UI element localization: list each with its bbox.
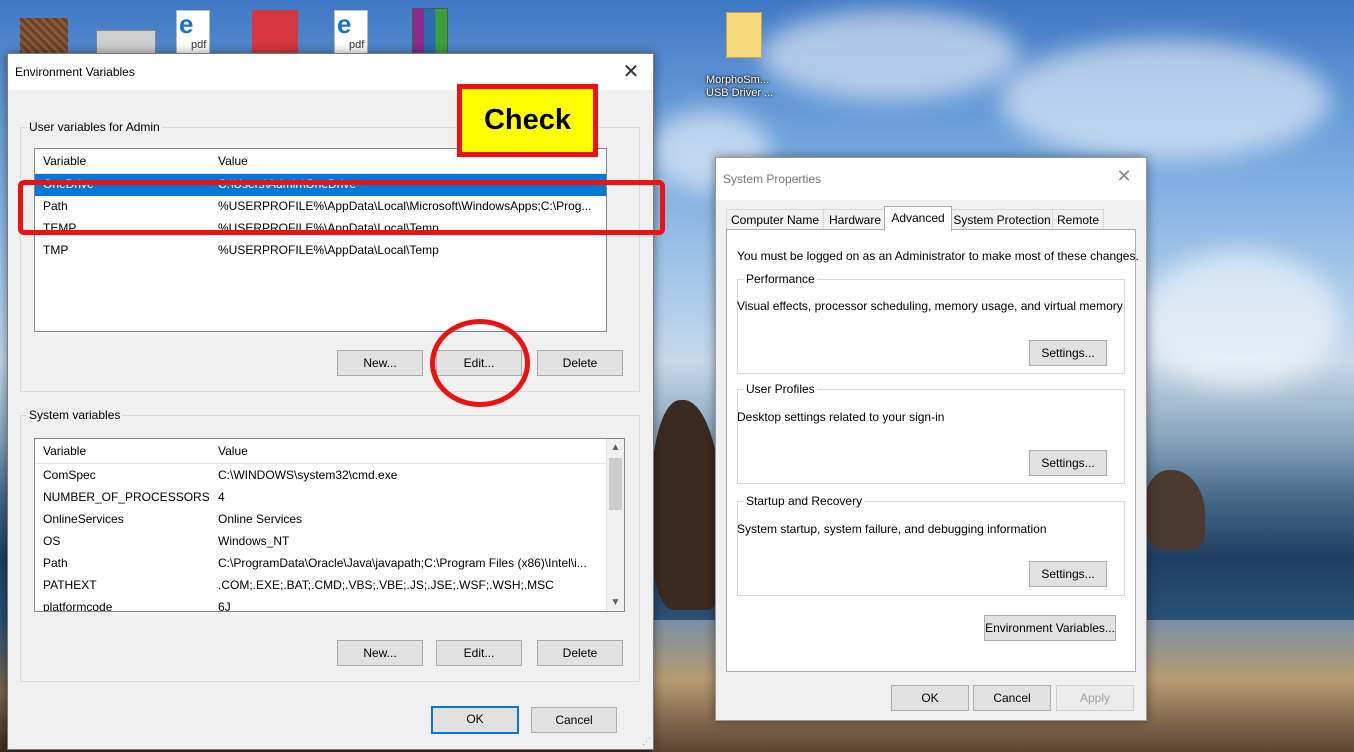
path-highlight-box bbox=[18, 180, 665, 235]
rock bbox=[1145, 470, 1205, 550]
column-header-value[interactable]: Value bbox=[218, 154, 248, 168]
cell-value: .COM;.EXE;.BAT;.CMD;.VBS;.VBE;.JS;.JSE;.… bbox=[218, 578, 554, 592]
cell-variable: TMP bbox=[43, 243, 69, 257]
folder-label[interactable]: MorphoSm... USB Driver ... bbox=[706, 74, 786, 100]
title-bar: System Properties ✕ bbox=[716, 158, 1146, 200]
table-row[interactable]: PATHEXT .COM;.EXE;.BAT;.CMD;.VBS;.VBE;.J… bbox=[35, 575, 607, 597]
cancel-button[interactable]: Cancel bbox=[531, 707, 617, 733]
table-row[interactable]: TMP %USERPROFILE%\AppData\Local\Temp bbox=[35, 240, 606, 262]
scroll-thumb[interactable] bbox=[609, 458, 622, 510]
scroll-up-icon[interactable]: ▲ bbox=[607, 439, 624, 456]
cell-variable: platformcode bbox=[43, 600, 113, 612]
edge-logo-icon: e bbox=[179, 9, 194, 39]
performance-description: Visual effects, processor scheduling, me… bbox=[737, 299, 1123, 313]
column-header-value[interactable]: Value bbox=[218, 444, 248, 458]
system-variables-label: System variables bbox=[29, 408, 121, 422]
cell-value: C:\WINDOWS\system32\cmd.exe bbox=[218, 468, 398, 482]
cell-variable: Path bbox=[43, 556, 68, 570]
table-row[interactable]: Path C:\ProgramData\Oracle\Java\javapath… bbox=[35, 553, 607, 575]
system-new-button[interactable]: New... bbox=[337, 640, 423, 666]
user-variables-table[interactable]: Variable Value OneDrive C:\Users\Admin\O… bbox=[34, 148, 607, 332]
system-delete-button[interactable]: Delete bbox=[537, 640, 623, 666]
vertical-scrollbar[interactable]: ▲ ▼ bbox=[606, 439, 624, 611]
edit-highlight-circle bbox=[430, 319, 530, 407]
user-new-button[interactable]: New... bbox=[337, 350, 423, 376]
cloud bbox=[1140, 250, 1340, 390]
performance-settings-button[interactable]: Settings... bbox=[1029, 340, 1107, 366]
cell-variable: NUMBER_OF_PROCESSORS bbox=[43, 490, 210, 504]
edge-pdf-icon[interactable]: e pdf bbox=[176, 9, 210, 56]
cell-variable: ComSpec bbox=[43, 468, 96, 482]
startup-recovery-description: System startup, system failure, and debu… bbox=[737, 522, 1047, 536]
tab-advanced[interactable]: Advanced bbox=[884, 206, 952, 231]
startup-recovery-label: Startup and Recovery bbox=[746, 494, 863, 508]
performance-label: Performance bbox=[746, 272, 815, 286]
user-profiles-label: User Profiles bbox=[746, 382, 815, 396]
folder-icon[interactable] bbox=[726, 12, 762, 58]
table-row[interactable]: ComSpec C:\WINDOWS\system32\cmd.exe bbox=[35, 465, 607, 487]
window-title: Environment Variables bbox=[15, 65, 135, 79]
ok-button[interactable]: OK bbox=[891, 685, 969, 711]
system-properties-dialog: System Properties ✕ Computer Name Hardwa… bbox=[715, 157, 1147, 721]
cell-variable: OS bbox=[43, 534, 61, 548]
close-icon[interactable]: ✕ bbox=[1112, 166, 1136, 187]
advanced-tab-panel: You must be logged on as an Administrato… bbox=[726, 229, 1139, 672]
cell-variable: PATHEXT bbox=[43, 578, 97, 592]
column-header-variable[interactable]: Variable bbox=[43, 154, 86, 168]
user-profiles-description: Desktop settings related to your sign-in bbox=[737, 410, 945, 424]
system-variables-table[interactable]: Variable Value ComSpec C:\WINDOWS\system… bbox=[34, 438, 625, 612]
tab-hardware[interactable]: Hardware bbox=[823, 209, 887, 230]
cloud bbox=[760, 10, 1020, 100]
user-variables-label: User variables for Admin bbox=[29, 120, 160, 134]
cell-value: Online Services bbox=[218, 512, 303, 526]
cell-value: Windows_NT bbox=[218, 534, 290, 548]
table-row[interactable]: platformcode 6J bbox=[35, 597, 607, 612]
cell-value: %USERPROFILE%\AppData\Local\Temp bbox=[218, 243, 439, 257]
system-edit-button[interactable]: Edit... bbox=[436, 640, 522, 666]
file-type-label: pdf bbox=[191, 39, 207, 51]
edge-logo-icon: e bbox=[337, 9, 352, 39]
user-delete-button[interactable]: Delete bbox=[537, 350, 623, 376]
cell-variable: OnlineServices bbox=[43, 512, 124, 526]
file-type-label: pdf bbox=[349, 39, 365, 51]
cell-value: 4 bbox=[218, 490, 225, 504]
cell-value: C:\ProgramData\Oracle\Java\javapath;C:\P… bbox=[218, 556, 587, 570]
table-row[interactable]: OS Windows_NT bbox=[35, 531, 607, 553]
edge-pdf-icon-2[interactable]: e pdf bbox=[334, 9, 368, 56]
rock bbox=[652, 400, 722, 610]
close-icon[interactable]: ✕ bbox=[619, 59, 643, 84]
column-header-variable[interactable]: Variable bbox=[43, 444, 86, 458]
red-document-icon[interactable] bbox=[252, 10, 298, 54]
environment-variables-button[interactable]: Environment Variables... bbox=[984, 615, 1116, 641]
table-row[interactable]: NUMBER_OF_PROCESSORS 4 bbox=[35, 487, 607, 509]
table-row[interactable]: OnlineServices Online Services bbox=[35, 509, 607, 531]
image-thumbnail-icon[interactable] bbox=[20, 18, 68, 54]
cloud bbox=[1000, 40, 1330, 160]
apply-button[interactable]: Apply bbox=[1056, 685, 1134, 711]
window-title: System Properties bbox=[723, 172, 822, 186]
cell-value: 6J bbox=[218, 600, 231, 612]
tab-remote[interactable]: Remote bbox=[1052, 209, 1104, 230]
scroll-down-icon[interactable]: ▼ bbox=[607, 594, 624, 611]
cancel-button[interactable]: Cancel bbox=[973, 685, 1051, 711]
table-header: Variable Value bbox=[35, 439, 607, 464]
admin-note: You must be logged on as an Administrato… bbox=[737, 249, 1139, 263]
resize-grip-icon[interactable]: ⋰ bbox=[642, 736, 651, 747]
tab-system-protection[interactable]: System Protection bbox=[950, 209, 1054, 230]
check-annotation: Check bbox=[457, 84, 598, 157]
startup-recovery-settings-button[interactable]: Settings... bbox=[1029, 561, 1107, 587]
ok-button[interactable]: OK bbox=[431, 706, 519, 734]
tab-computer-name[interactable]: Computer Name bbox=[726, 209, 824, 230]
user-profiles-settings-button[interactable]: Settings... bbox=[1029, 450, 1107, 476]
winrar-archive-icon[interactable] bbox=[412, 8, 448, 54]
environment-variables-dialog: Environment Variables ✕ User variables f… bbox=[7, 53, 654, 750]
